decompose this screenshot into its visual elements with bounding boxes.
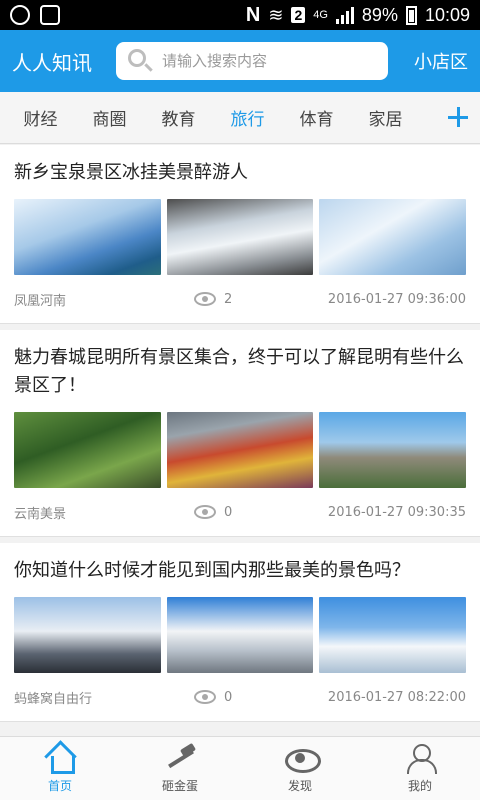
- article-image[interactable]: [166, 597, 314, 673]
- view-count-value: 0: [224, 504, 233, 520]
- view-count-value: 0: [224, 689, 233, 705]
- nav-golden-egg-label: 砸金蛋: [161, 779, 198, 793]
- tab-business[interactable]: 商圈: [75, 105, 144, 130]
- article-images: [14, 597, 467, 673]
- article-meta: 凤凰河南 2 2016-01-27 09:36:00: [14, 275, 466, 323]
- article-images: [14, 412, 467, 488]
- article-image[interactable]: [319, 412, 467, 488]
- article-title[interactable]: 魅力春城昆明所有景区集合，终于可以了解昆明有些什么景区了！: [14, 344, 466, 400]
- nav-discover-label: 发现: [287, 779, 312, 793]
- user-icon: [403, 743, 437, 774]
- hammer-icon: [163, 743, 197, 773]
- view-count-value: 2: [224, 291, 233, 307]
- article-source: 凤凰河南: [14, 293, 67, 309]
- view-count: 2: [194, 292, 232, 307]
- article-source: 云南美景: [14, 506, 67, 522]
- article-card[interactable]: 魅力春城昆明所有景区集合，终于可以了解昆明有些什么景区了！ 云南美景 0 201…: [0, 330, 480, 537]
- article-title[interactable]: 你知道什么时候才能见到国内那些最美的景色吗？: [14, 557, 466, 585]
- nav-discover[interactable]: 发现: [240, 737, 360, 800]
- article-image[interactable]: [166, 412, 314, 488]
- article-time: 2016-01-27 09:36:00: [327, 291, 466, 307]
- app-header: 人人知讯 小店区: [0, 30, 480, 92]
- tab-sports[interactable]: 体育: [282, 105, 351, 130]
- network-type: 4G: [313, 9, 328, 21]
- nav-profile-label: 我的: [407, 779, 432, 793]
- view-count: 0: [194, 505, 232, 520]
- eye-icon: [283, 743, 321, 773]
- clock: 10:09: [424, 4, 470, 25]
- search-input[interactable]: [162, 52, 372, 70]
- article-time: 2016-01-27 08:22:00: [327, 689, 466, 705]
- eye-icon: [194, 505, 216, 519]
- app-title: 人人知讯: [12, 50, 92, 75]
- article-feed: 新乡宝泉景区冰挂美景醉游人 凤凰河南 2 2016-01-27 09:36:00…: [0, 145, 480, 728]
- app-notification-icon: [40, 5, 60, 25]
- article-source: 蚂蜂窝自由行: [14, 691, 93, 707]
- article-image[interactable]: [319, 199, 467, 275]
- article-card[interactable]: 新乡宝泉景区冰挂美景醉游人 凤凰河南 2 2016-01-27 09:36:00: [0, 145, 480, 324]
- article-image[interactable]: [14, 412, 161, 488]
- battery-icon: [405, 5, 417, 25]
- article-images: [14, 199, 467, 275]
- article-image[interactable]: [14, 199, 161, 275]
- article-card[interactable]: 你知道什么时候才能见到国内那些最美的景色吗？ 蚂蜂窝自由行 0 2016-01-…: [0, 543, 480, 722]
- nav-profile[interactable]: 我的: [360, 737, 480, 800]
- home-icon: [43, 743, 77, 774]
- battery-percent: 89%: [361, 4, 398, 25]
- nav-home[interactable]: 首页: [0, 737, 120, 800]
- nav-golden-egg[interactable]: 砸金蛋: [120, 737, 240, 800]
- nfc-icon: N: [245, 3, 261, 26]
- tab-finance[interactable]: 财经: [6, 105, 75, 130]
- bottom-nav: 首页 砸金蛋 发现 我的: [0, 736, 480, 800]
- view-count: 0: [194, 690, 232, 705]
- article-meta: 云南美景 0 2016-01-27 09:30:35: [14, 488, 466, 536]
- search-box[interactable]: [116, 42, 388, 80]
- article-image[interactable]: [14, 597, 161, 673]
- article-image[interactable]: [166, 199, 314, 275]
- article-meta: 蚂蜂窝自由行 0 2016-01-27 08:22:00: [14, 673, 466, 721]
- category-tabs: 财经 商圈 教育 旅行 体育 家居: [0, 92, 480, 144]
- tab-home[interactable]: 家居: [351, 105, 420, 130]
- article-image[interactable]: [319, 597, 467, 673]
- search-icon: [126, 47, 154, 75]
- article-time: 2016-01-27 09:30:35: [327, 504, 466, 520]
- tab-travel[interactable]: 旅行: [213, 105, 282, 130]
- location-button[interactable]: 小店区: [414, 48, 468, 74]
- signal-icon: [335, 6, 354, 24]
- sync-icon: [10, 5, 30, 25]
- article-title[interactable]: 新乡宝泉景区冰挂美景醉游人: [14, 159, 466, 187]
- status-bar: N ≋ 2 4G 89% 10:09: [0, 0, 480, 30]
- add-category-icon[interactable]: [436, 96, 480, 140]
- eye-icon: [194, 690, 216, 704]
- eye-icon: [194, 292, 216, 306]
- sim-indicator: 2: [291, 7, 306, 23]
- wifi-icon: ≋: [268, 4, 284, 25]
- nav-home-label: 首页: [47, 779, 72, 793]
- tab-education[interactable]: 教育: [144, 105, 213, 130]
